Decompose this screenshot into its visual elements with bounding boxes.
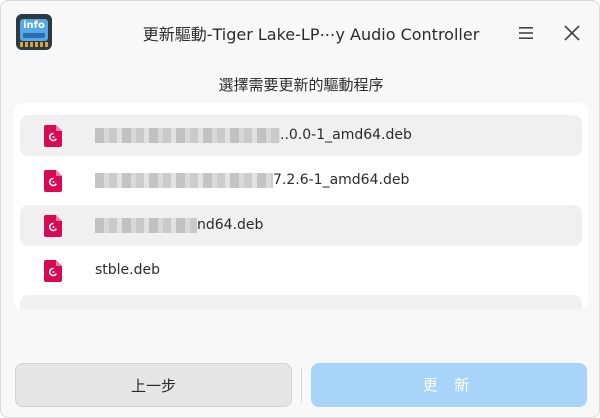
close-button[interactable] xyxy=(558,19,586,47)
file-name: ..0.0-1_amd64.deb xyxy=(280,127,412,143)
select-driver-prompt: 選擇需要更新的驅動程序 xyxy=(218,76,384,94)
hamburger-menu-icon xyxy=(519,27,533,39)
debian-package-icon xyxy=(44,260,62,282)
file-name: stble.deb xyxy=(95,262,161,278)
list-item[interactable]: 7.2.6-1_amd64.deb xyxy=(20,160,582,201)
debian-package-icon xyxy=(44,170,62,192)
debian-package-icon xyxy=(44,125,62,147)
file-name: 7.2.6-1_amd64.deb xyxy=(273,172,410,188)
list-item[interactable]: nd64.deb xyxy=(20,205,582,246)
back-button[interactable]: 上一步 xyxy=(15,363,292,407)
update-button[interactable]: 更 新 xyxy=(311,363,587,407)
redacted-filename xyxy=(95,128,280,143)
driver-file-list[interactable]: ..0.0-1_amd64.deb 7.2.6-1_amd64.deb nd64… xyxy=(14,103,588,309)
menu-button[interactable] xyxy=(512,19,540,47)
redacted-filename xyxy=(95,218,197,233)
file-name: nd64.deb xyxy=(197,217,264,233)
list-item[interactable]: stble.deb xyxy=(20,250,582,291)
driver-update-window: info 更新驅動-Tiger Lake-LP⋯y Audio Controll… xyxy=(0,0,600,418)
list-item[interactable]: ..0.0-1_amd64.deb xyxy=(20,115,582,156)
app-icon-label: info xyxy=(20,19,48,41)
list-item-partial[interactable] xyxy=(20,295,582,309)
hardware-info-icon: info xyxy=(16,14,52,50)
debian-package-icon xyxy=(44,215,62,237)
close-icon xyxy=(564,25,580,41)
chip-pins-icon xyxy=(20,42,48,47)
redacted-filename xyxy=(95,173,273,188)
title-bar: info 更新驅動-Tiger Lake-LP⋯y Audio Controll… xyxy=(1,1,599,65)
button-divider xyxy=(301,368,302,402)
window-title: 更新驅動-Tiger Lake-LP⋯y Audio Controller xyxy=(142,25,480,44)
